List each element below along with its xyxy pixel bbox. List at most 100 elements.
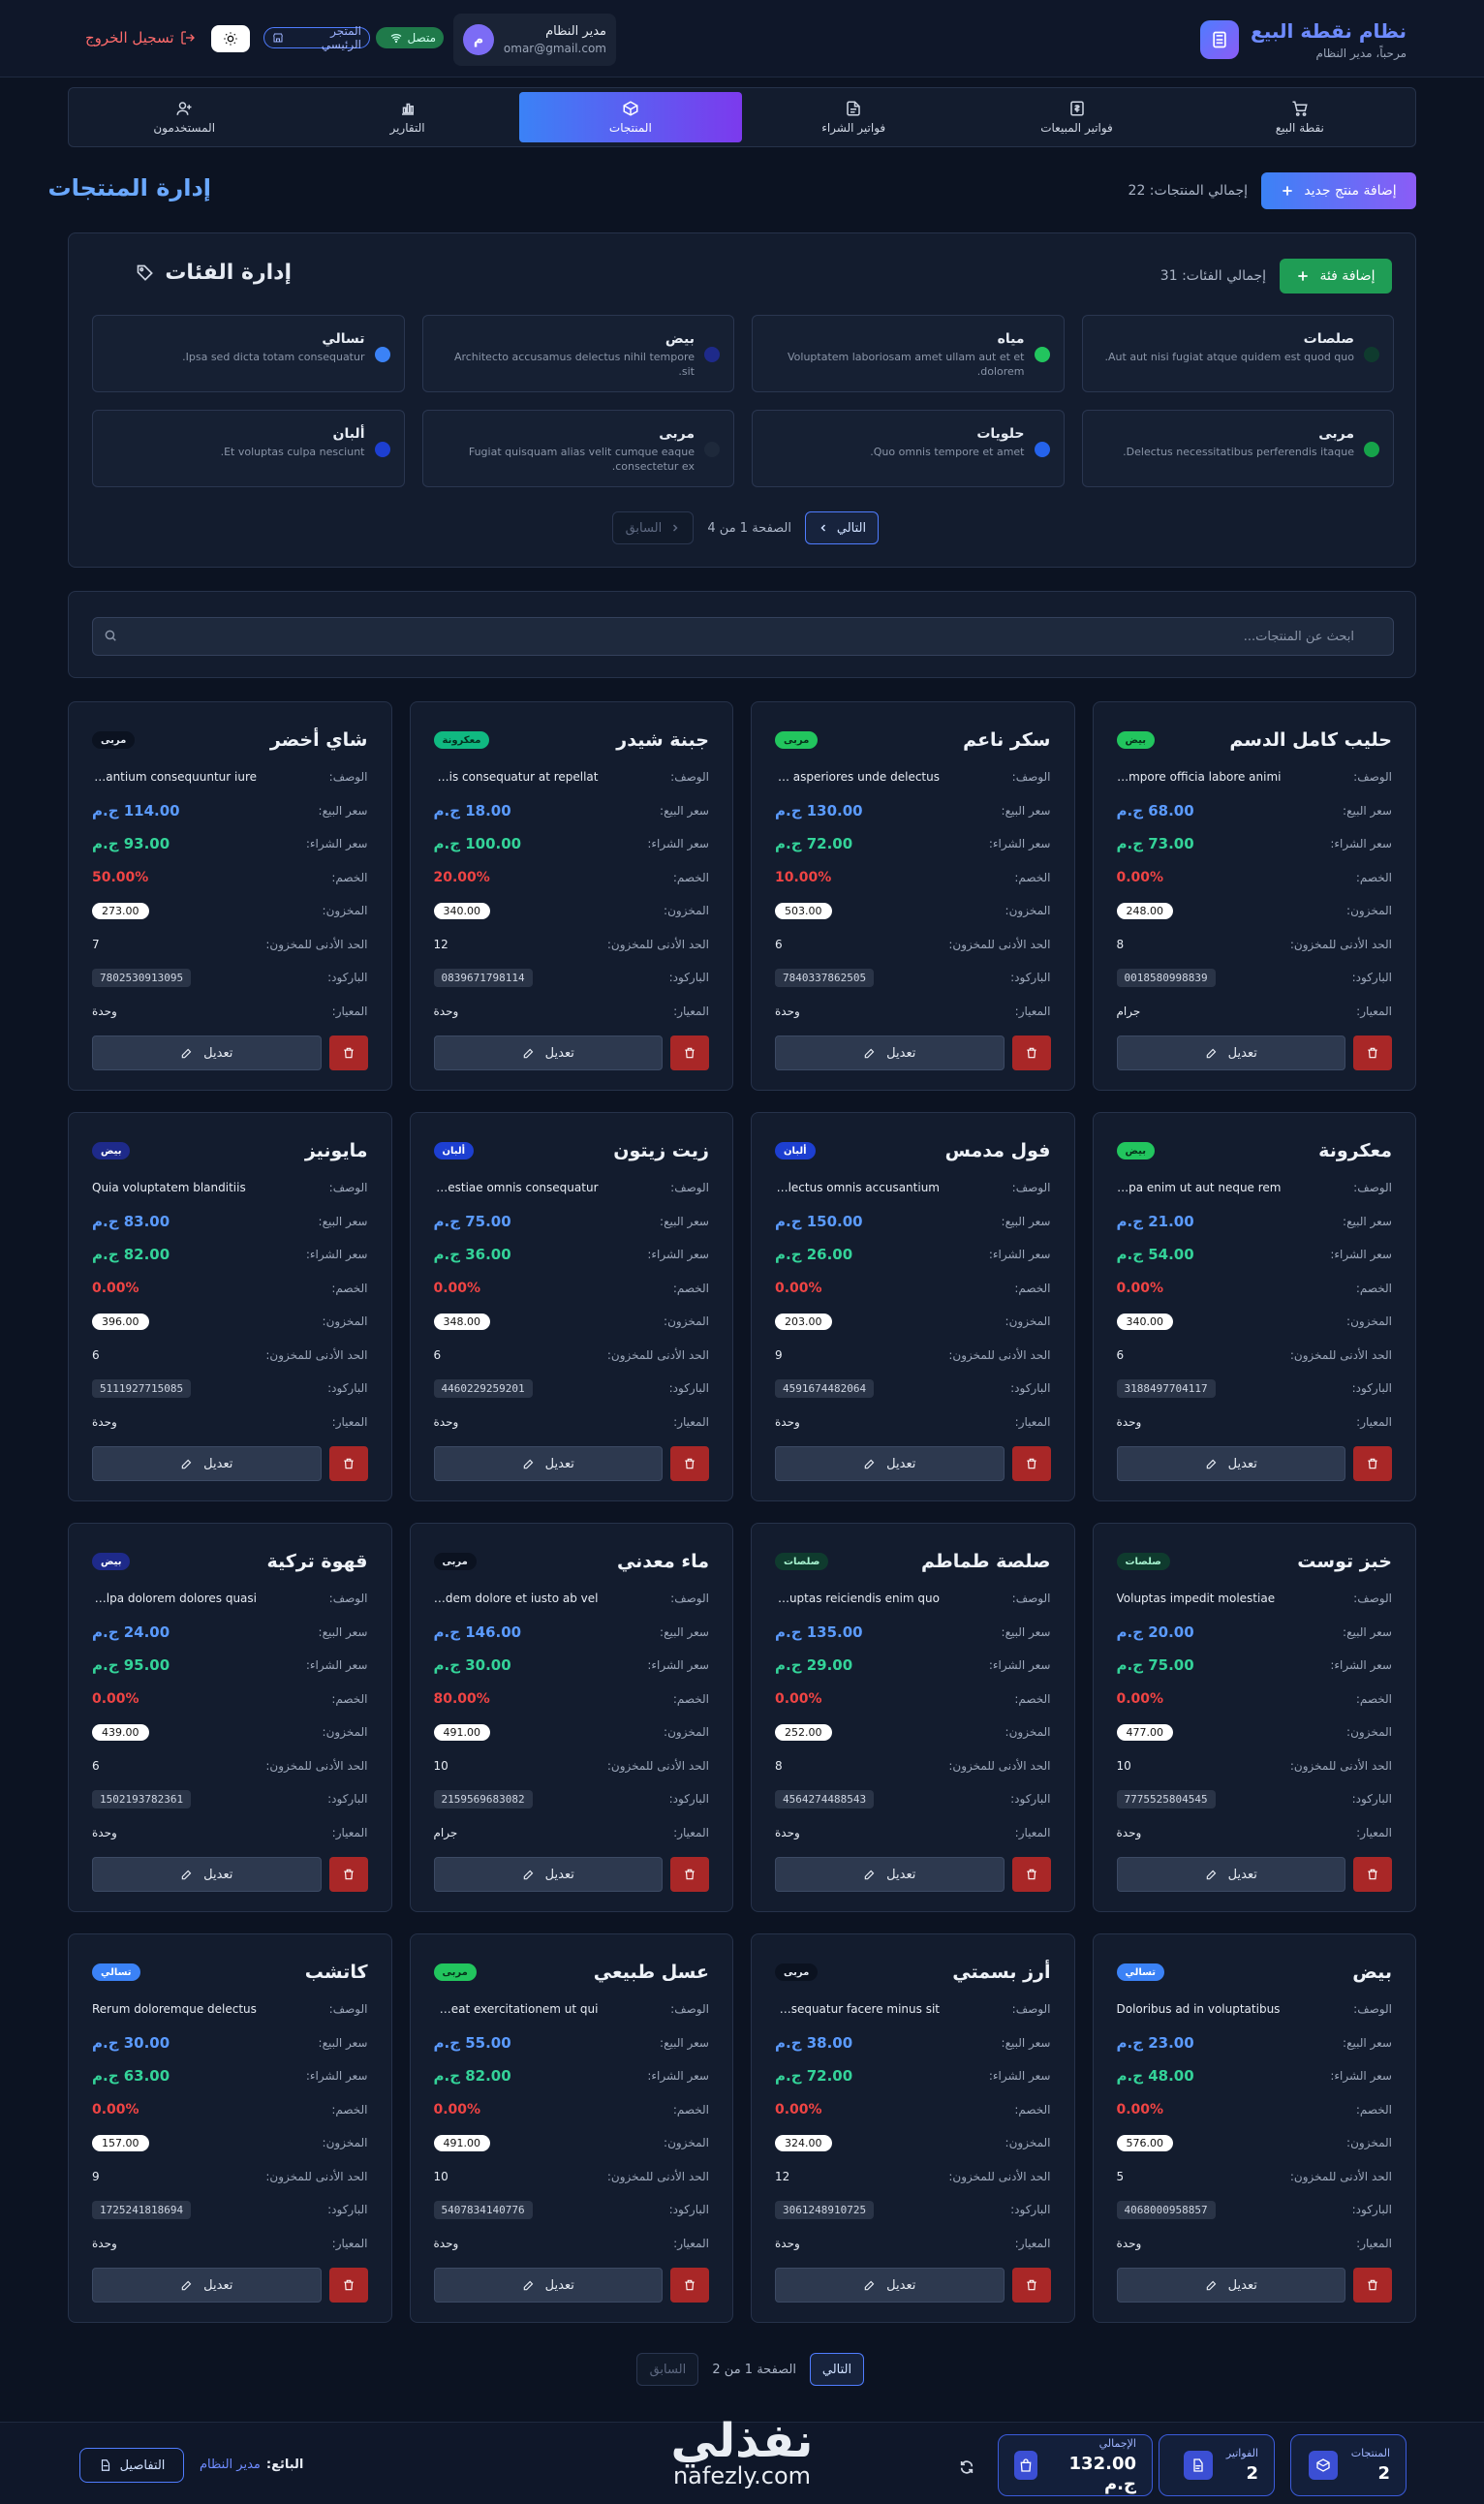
next-page-button[interactable]: التالي	[810, 2353, 864, 2386]
plus-icon	[1281, 184, 1294, 198]
stat-total: الإجمالي 132.00 ج.م	[998, 2434, 1153, 2496]
prev-page-button[interactable]: السابق	[636, 2353, 699, 2386]
edit-product-button[interactable]: تعديل	[92, 1857, 322, 1892]
delete-product-button[interactable]	[328, 2268, 368, 2303]
trash-icon	[342, 1868, 356, 1881]
product-name: كاتشب	[304, 1962, 368, 1983]
category-card[interactable]: مياه Voluptatem laboriosam amet ullam aut…	[752, 315, 1065, 392]
edit-product-button[interactable]: تعديل	[433, 1857, 663, 1892]
add-category-button[interactable]: إضافة فئة	[1280, 259, 1392, 294]
category-description: Et voluptas culpa nesciunt.	[220, 446, 365, 458]
product-actions: تعديل	[433, 1857, 709, 1892]
product-name: ماء معدني	[616, 1551, 709, 1572]
stock-badge: 396.00	[92, 1313, 149, 1330]
category-card[interactable]: تسالي Ipsa sed dicta totam consequatur.	[92, 315, 405, 392]
category-card[interactable]: مربى Fugiat quisquam alias velit cumque e…	[421, 410, 734, 487]
delete-product-button[interactable]	[328, 1857, 368, 1892]
sell-price-label: سعر البيع:	[660, 1624, 709, 1639]
unit-value: وحدة	[433, 1414, 459, 1429]
add-product-button[interactable]: إضافة منتج جديد	[1261, 172, 1416, 209]
edit-product-button[interactable]: تعديل	[92, 2268, 322, 2303]
refresh-icon[interactable]	[959, 2459, 974, 2475]
delete-product-button[interactable]	[1011, 2268, 1051, 2303]
product-card: كاتشب تسالي الوصف: Rerum doloremque delectu…	[68, 1933, 392, 2323]
delete-product-button[interactable]	[1353, 1446, 1392, 1481]
edit-product-button[interactable]: تعديل	[433, 2268, 663, 2303]
min-stock-value: 12	[775, 2169, 790, 2183]
tab-purchase-invoices[interactable]: فواتير الشراء	[742, 92, 965, 142]
product-description: Doloribus ad in voluptatibus	[1116, 2002, 1281, 2017]
edit-product-button[interactable]: تعديل	[92, 1036, 322, 1070]
category-name: مربى	[1318, 426, 1354, 442]
tab-pos[interactable]: نقطة البيع	[1189, 92, 1411, 142]
watermark: نفذلي nafezly.com	[645, 2418, 839, 2489]
product-card-header: صلصة طماطم صلصات	[775, 1547, 1051, 1576]
unit-label: المعيار:	[1356, 1004, 1392, 1018]
edit-product-button[interactable]: تعديل	[775, 1036, 1005, 1070]
min-stock-row: الحد الأدنى للمخزون: 10	[434, 2160, 710, 2194]
delete-product-button[interactable]	[328, 1446, 368, 1481]
category-card[interactable]: مربى Delectus necessitatibus perferendis …	[1081, 410, 1394, 487]
delete-product-button[interactable]	[1011, 1857, 1051, 1892]
store-badge[interactable]: المتجر الرئيسي	[263, 24, 370, 51]
product-description: Delectus omnis accusantium	[775, 1181, 940, 1195]
discount-label: الخصم:	[672, 1281, 709, 1295]
product-actions: تعديل	[92, 1857, 368, 1892]
next-page-button[interactable]: التالي	[805, 511, 879, 544]
description-row: الوصف: Quidem dolore et iusto ab vel	[434, 1582, 710, 1616]
delete-product-button[interactable]	[1353, 1857, 1392, 1892]
user-box[interactable]: مدير النظام omar@gmail.com م	[453, 14, 616, 66]
delete-product-button[interactable]	[670, 2268, 709, 2303]
category-card[interactable]: ألبان Et voluptas culpa nesciunt.	[92, 410, 405, 487]
bag-icon	[1014, 2451, 1038, 2480]
edit-icon	[1205, 2278, 1219, 2292]
unit-value: وحدة	[775, 2236, 800, 2250]
app-header: نظام نقطة البيع مرحباً، مدير النظام مدير…	[0, 0, 1484, 77]
tab-users[interactable]: المستخدمون	[73, 92, 295, 142]
discount-row: الخصم: 0.00%	[92, 2093, 368, 2127]
tab-reports[interactable]: التقارير	[295, 92, 518, 142]
edit-product-button[interactable]: تعديل	[1116, 2268, 1345, 2303]
edit-product-button[interactable]: تعديل	[433, 1036, 663, 1070]
unit-label: المعيار:	[1356, 2236, 1392, 2250]
description-label: الوصف:	[1353, 1181, 1392, 1195]
search-input[interactable]	[92, 617, 1394, 656]
delete-product-button[interactable]	[670, 1857, 709, 1892]
discount-value: 0.00%	[92, 2101, 139, 2118]
products-grid: حليب كامل الدسم بيض الوصف: Tempore officia …	[68, 701, 1416, 2344]
description-row: الوصف: Tempore officia labore animi	[1117, 760, 1393, 794]
tab-sales-invoices[interactable]: فواتير المبيعات	[965, 92, 1188, 142]
delete-product-button[interactable]	[670, 1036, 709, 1070]
delete-product-button[interactable]	[1011, 1036, 1051, 1070]
delete-product-button[interactable]	[1353, 2268, 1392, 2303]
delete-product-button[interactable]	[328, 1036, 368, 1070]
theme-toggle-button[interactable]	[211, 25, 250, 52]
details-button[interactable]: التفاصيل	[79, 2448, 184, 2483]
discount-value: 0.00%	[1116, 1280, 1164, 1296]
description-label: الوصف:	[1353, 770, 1392, 785]
app-title: نظام نقطة البيع	[1251, 19, 1407, 43]
delete-product-button[interactable]	[1011, 1446, 1051, 1481]
edit-product-button[interactable]: تعديل	[1116, 1036, 1345, 1070]
tab-products[interactable]: المنتجات	[518, 92, 743, 142]
delete-product-button[interactable]	[1353, 1036, 1392, 1070]
delete-product-button[interactable]	[670, 1446, 709, 1481]
prev-page-button[interactable]: السابق	[612, 511, 695, 544]
edit-product-button[interactable]: تعديل	[775, 2268, 1005, 2303]
product-card-header: كاتشب تسالي	[92, 1958, 368, 1987]
logout-button[interactable]: تسجيل الخروج	[85, 29, 196, 46]
edit-product-button[interactable]: تعديل	[433, 1446, 663, 1481]
edit-product-button[interactable]: تعديل	[1116, 1446, 1345, 1481]
min-stock-row: الحد الأدنى للمخزون: 8	[775, 1749, 1051, 1783]
sell-price: 150.00 ج.م	[775, 1212, 863, 1230]
edit-product-button[interactable]: تعديل	[775, 1446, 1005, 1481]
edit-label: تعديل	[203, 2277, 233, 2293]
product-description: Culpa enim ut aut neque rem	[1116, 1181, 1282, 1195]
category-card[interactable]: حلويات Quo omnis tempore et amet.	[752, 410, 1065, 487]
category-card[interactable]: بيض Architecto accusamus delectus nihil t…	[421, 315, 734, 392]
edit-product-button[interactable]: تعديل	[1116, 1857, 1345, 1892]
description-label: الوصف:	[328, 2002, 368, 2017]
category-card[interactable]: صلصات Aut aut nisi fugiat atque quidem es…	[1081, 315, 1394, 392]
edit-product-button[interactable]: تعديل	[92, 1446, 322, 1481]
edit-product-button[interactable]: تعديل	[775, 1857, 1005, 1892]
